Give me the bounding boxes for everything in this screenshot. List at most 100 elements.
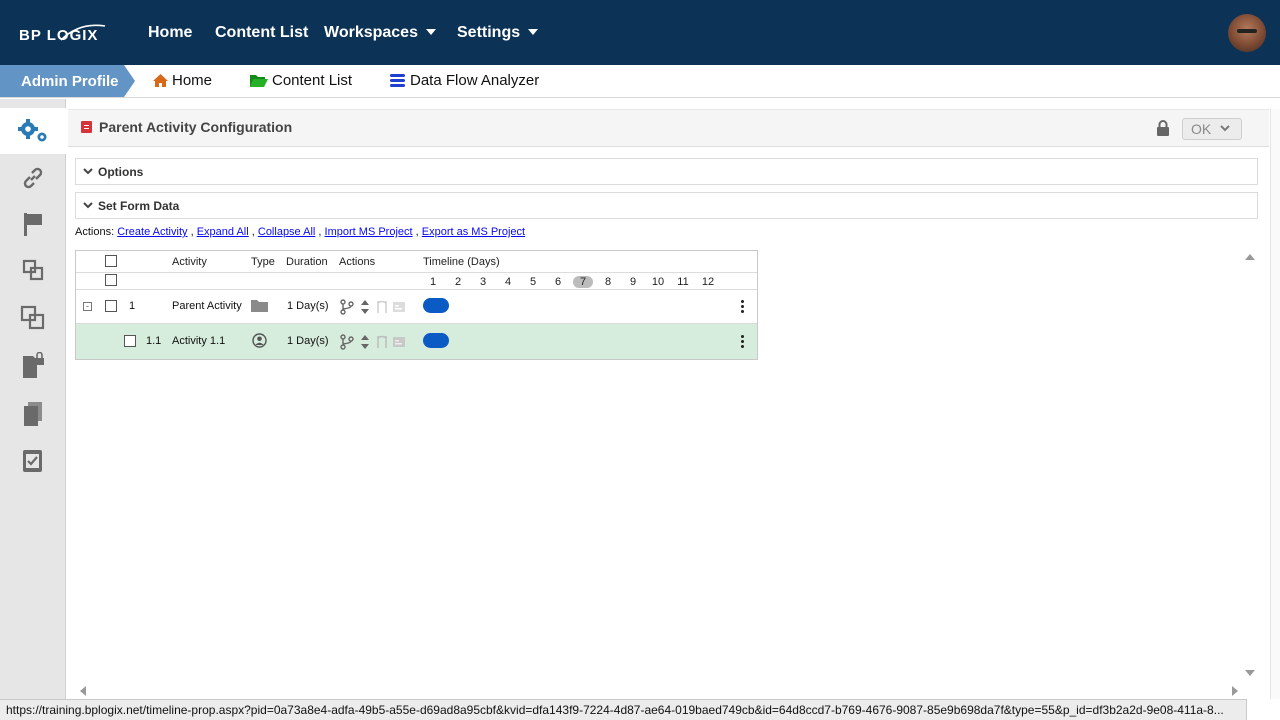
sidebar-item-milestones[interactable]	[0, 201, 66, 247]
collapse-all-link[interactable]: Collapse All	[258, 226, 315, 238]
breadcrumb-home-label: Home	[172, 72, 213, 89]
column-header-activity: Activity	[172, 256, 207, 268]
scroll-right-arrow-icon[interactable]	[1232, 686, 1238, 696]
column-header-actions: Actions	[339, 256, 376, 268]
collapse-toggle[interactable]: -	[83, 302, 92, 311]
export-ms-project-link[interactable]: Export as MS Project	[422, 226, 525, 238]
scroll-down-arrow-icon[interactable]	[1245, 670, 1255, 676]
dependency-icon[interactable]	[375, 334, 389, 350]
top-navbar: BP LOGIX Home Content List Workspaces Se…	[0, 0, 1280, 65]
timeline-day-9: 9	[629, 276, 637, 288]
row-checkbox[interactable]	[105, 300, 117, 312]
branch-icon[interactable]	[340, 299, 354, 315]
row-activity-name[interactable]: Parent Activity	[172, 300, 242, 312]
options-section[interactable]: Options	[75, 158, 1258, 185]
nav-content-list[interactable]: Content List	[215, 24, 308, 42]
form-card-icon[interactable]	[392, 301, 406, 313]
options-section-label: Options	[98, 165, 144, 179]
sidebar-item-secured-docs[interactable]	[0, 343, 66, 389]
nav-home[interactable]: Home	[148, 24, 192, 42]
admin-profile-tab[interactable]: Admin Profile	[0, 65, 124, 97]
select-all-checkbox[interactable]	[105, 255, 117, 267]
sidebar-item-tasks[interactable]	[0, 438, 66, 484]
row-menu-kebab-icon[interactable]	[741, 335, 745, 350]
user-avatar[interactable]	[1228, 14, 1266, 52]
main-content: Parent Activity Configuration OK Options…	[66, 99, 1280, 699]
form-icon	[81, 121, 92, 133]
breadcrumb-data-flow-analyzer[interactable]: Data Flow Analyzer	[389, 72, 539, 89]
nav-workspaces[interactable]: Workspaces	[324, 24, 436, 42]
breadcrumb-data-flow-analyzer-label: Data Flow Analyzer	[410, 72, 540, 89]
nested-squares-icon	[22, 259, 44, 281]
timeline-bar[interactable]	[423, 298, 449, 313]
nav-home-label: Home	[148, 24, 193, 41]
row-id: 1.1	[146, 335, 162, 347]
select-all-checkbox-secondary[interactable]	[105, 274, 117, 286]
move-up-down-icon[interactable]	[360, 334, 370, 350]
sidebar-item-settings[interactable]	[0, 108, 66, 154]
import-ms-project-link[interactable]: Import MS Project	[325, 226, 413, 238]
column-header-type: Type	[251, 256, 275, 268]
scroll-left-arrow-icon[interactable]	[80, 686, 86, 696]
create-activity-link[interactable]: Create Activity	[117, 226, 187, 238]
ok-button-label: OK	[1191, 121, 1212, 137]
set-form-data-section-label: Set Form Data	[98, 199, 180, 213]
row-duration: 1 Day(s)	[287, 335, 329, 347]
sidebar	[0, 99, 66, 720]
nav-settings[interactable]: Settings	[457, 24, 539, 42]
dependency-icon[interactable]	[375, 299, 389, 315]
breadcrumb-content-list[interactable]: Content List	[249, 72, 352, 89]
timeline-bar[interactable]	[423, 333, 449, 348]
column-header-timeline: Timeline (Days)	[423, 256, 500, 268]
chevron-down-icon	[83, 168, 93, 175]
timeline-day-1: 1	[429, 276, 437, 288]
horizontal-scrollbar[interactable]	[66, 684, 1270, 696]
day-row-divider	[76, 289, 757, 290]
timeline-day-4: 4	[504, 276, 512, 288]
gears-icon	[18, 119, 47, 142]
breadcrumb-arrow	[124, 65, 135, 97]
row-checkbox[interactable]	[124, 335, 136, 347]
checklist-icon	[23, 450, 42, 472]
actions-label: Actions:	[75, 226, 115, 238]
lock-icon[interactable]	[1156, 120, 1170, 137]
timeline-day-10: 10	[651, 276, 665, 288]
locked-document-icon	[23, 352, 44, 378]
timeline-day-8: 8	[604, 276, 612, 288]
separator: ,	[251, 226, 255, 238]
folder-icon	[251, 300, 268, 312]
ok-button[interactable]: OK	[1182, 118, 1242, 140]
nav-content-list-label: Content List	[215, 24, 309, 41]
timeline-day-12: 12	[701, 276, 715, 288]
admin-profile-label: Admin Profile	[21, 73, 119, 90]
sidebar-item-links[interactable]	[0, 155, 66, 201]
page-title: Parent Activity Configuration	[99, 119, 293, 135]
panel-scrollbar[interactable]	[1270, 109, 1280, 699]
timeline-day-7: 7	[573, 276, 593, 288]
expand-all-link[interactable]: Expand All	[197, 226, 249, 238]
flag-icon	[24, 213, 42, 236]
move-up-down-icon[interactable]	[360, 299, 370, 315]
column-header-duration: Duration	[286, 256, 328, 268]
chevron-down-icon	[528, 29, 539, 35]
copy-documents-icon	[24, 402, 42, 426]
sidebar-item-documents[interactable]	[0, 391, 66, 437]
form-card-icon[interactable]	[392, 336, 406, 348]
scroll-up-arrow-icon[interactable]	[1245, 254, 1255, 260]
row-menu-kebab-icon[interactable]	[741, 300, 745, 315]
timeline-day-11: 11	[677, 276, 689, 288]
timeline-day-5: 5	[529, 276, 537, 288]
breadcrumb-home[interactable]: Home	[152, 72, 212, 89]
row-activity-name[interactable]: Activity 1.1	[172, 335, 225, 347]
user-icon	[252, 333, 267, 348]
actions-toolbar: Actions: Create Activity , Expand All , …	[75, 226, 525, 238]
sidebar-item-nested[interactable]	[0, 247, 66, 293]
header-divider	[76, 272, 757, 273]
row-duration: 1 Day(s)	[287, 300, 329, 312]
sidebar-item-overlap[interactable]	[0, 295, 66, 341]
link-icon	[23, 167, 43, 189]
database-icon	[390, 74, 405, 87]
set-form-data-section[interactable]: Set Form Data	[75, 192, 1258, 219]
chevron-down-icon	[1220, 125, 1230, 132]
branch-icon[interactable]	[340, 334, 354, 350]
